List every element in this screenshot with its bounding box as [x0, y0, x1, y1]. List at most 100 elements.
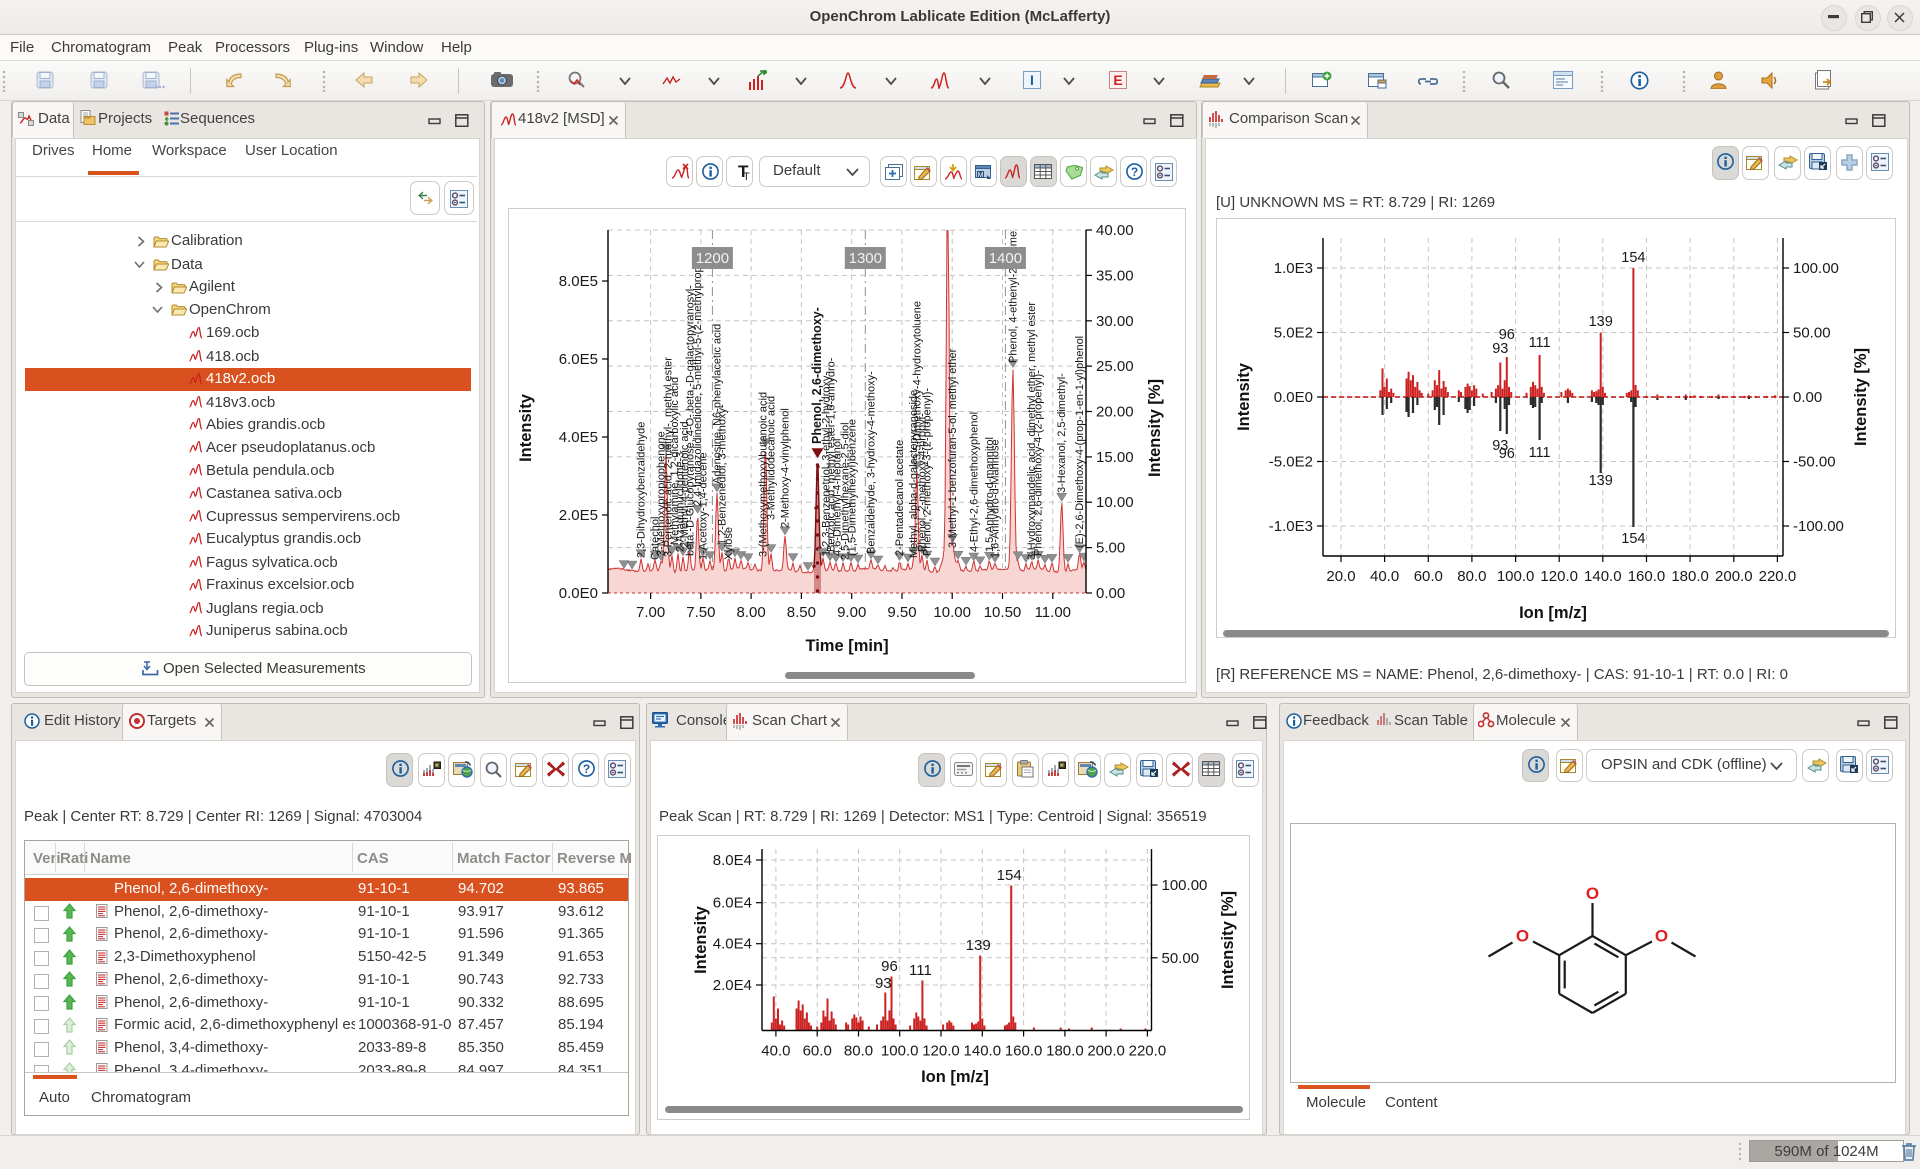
- svg-text:Intensity: Intensity: [1235, 362, 1253, 431]
- svg-text:6.0E4: 6.0E4: [713, 895, 752, 912]
- svg-text:200.0: 200.0: [1715, 568, 1753, 585]
- svg-text:1200: 1200: [696, 250, 729, 267]
- svg-text:8.50: 8.50: [787, 604, 816, 621]
- svg-text:3-Hexanol, 2,5-dimethyl-: 3-Hexanol, 2,5-dimethyl-: [1056, 373, 1068, 493]
- svg-text:180.0: 180.0: [1046, 1043, 1084, 1060]
- svg-text:0.0E0: 0.0E0: [559, 585, 598, 602]
- svg-text:Benzaldehyde, 3-hydroxy-4-meth: Benzaldehyde, 3-hydroxy-4-methoxy-: [866, 371, 878, 554]
- svg-text:I: I: [1030, 72, 1034, 88]
- svg-text:7.00: 7.00: [636, 604, 665, 621]
- svg-text:(1,5-Dimethylhexyl)benzene: (1,5-Dimethylhexyl)benzene: [847, 419, 859, 556]
- svg-text:40.00: 40.00: [1096, 222, 1134, 239]
- svg-text:8.0E4: 8.0E4: [713, 852, 752, 869]
- svg-text:1400: 1400: [989, 250, 1022, 267]
- svg-text:80.0: 80.0: [1457, 568, 1486, 585]
- svg-text:8.00: 8.00: [736, 604, 765, 621]
- svg-text:15.00: 15.00: [1096, 449, 1134, 466]
- svg-text:154: 154: [997, 867, 1022, 884]
- svg-text:220.0: 220.0: [1129, 1043, 1167, 1060]
- svg-text:Xylose: Xylose: [723, 527, 735, 560]
- svg-text:10.00: 10.00: [1096, 494, 1134, 511]
- svg-text:4.0E5: 4.0E5: [559, 429, 598, 446]
- svg-text:1,6-Anhydro-d-Mannose: 1,6-Anhydro-d-Mannose: [990, 439, 1002, 558]
- svg-text:139: 139: [966, 937, 991, 954]
- svg-text:93: 93: [1492, 341, 1508, 357]
- svg-text:111: 111: [1529, 335, 1551, 351]
- svg-text:20.00: 20.00: [1096, 404, 1134, 421]
- svg-text:0.00: 0.00: [1793, 389, 1822, 406]
- svg-text:35.00: 35.00: [1096, 267, 1134, 284]
- svg-text:9.50: 9.50: [887, 604, 916, 621]
- svg-text:40.0: 40.0: [761, 1043, 790, 1060]
- svg-text:5.0E2: 5.0E2: [1274, 325, 1313, 342]
- svg-text:10.50: 10.50: [984, 604, 1022, 621]
- svg-text:1300: 1300: [849, 250, 882, 267]
- svg-text:80.0: 80.0: [844, 1043, 873, 1060]
- svg-text:154: 154: [1621, 531, 1645, 547]
- svg-text:Intensity: Intensity: [692, 905, 710, 974]
- svg-text:60.0: 60.0: [803, 1043, 832, 1060]
- svg-text:139: 139: [1589, 314, 1613, 330]
- svg-text:2,3-Dihydroxybenzaldehyde: 2,3-Dihydroxybenzaldehyde: [636, 422, 648, 558]
- svg-text:Intensity [%]: Intensity [%]: [1219, 891, 1237, 989]
- svg-text:160.0: 160.0: [1005, 1043, 1043, 1060]
- svg-text:140.0: 140.0: [1584, 568, 1622, 585]
- svg-text:2-Methoxy-4-vinylphenol: 2-Methoxy-4-vinylphenol: [780, 408, 792, 528]
- svg-text:8.0E5: 8.0E5: [559, 273, 598, 290]
- svg-text:3-Methylidodecanoic acid: 3-Methylidodecanoic acid: [766, 396, 778, 520]
- svg-text:100.0: 100.0: [881, 1043, 919, 1060]
- svg-text:5.00: 5.00: [1096, 540, 1125, 557]
- svg-text:1,2-Benzenediol, 3-methoxy-: 1,2-Benzenediol, 3-methoxy-: [717, 404, 729, 545]
- svg-text:Phenol, 2,6-dimethoxy-4-(2-pro: Phenol, 2,6-dimethoxy-4-(2-propenyl)-: [1033, 370, 1045, 556]
- svg-text:93: 93: [875, 975, 892, 992]
- svg-text:10.00: 10.00: [933, 604, 971, 621]
- svg-text:-5.0E2: -5.0E2: [1269, 454, 1313, 471]
- svg-text:50.00: 50.00: [1162, 950, 1200, 967]
- svg-text:-100.00: -100.00: [1793, 518, 1844, 535]
- svg-text:93: 93: [1492, 438, 1508, 454]
- svg-text:220.0: 220.0: [1759, 568, 1797, 585]
- svg-text:3-Methyl-1-benzofuran-5-ol, me: 3-Methyl-1-benzofuran-5-ol, methyl ether: [947, 348, 959, 548]
- svg-text:20.0: 20.0: [1326, 568, 1355, 585]
- svg-text:2.0E5: 2.0E5: [559, 507, 598, 524]
- svg-text:4.0E4: 4.0E4: [713, 936, 752, 953]
- svg-text:111: 111: [1529, 445, 1551, 461]
- svg-text:200.0: 200.0: [1087, 1043, 1125, 1060]
- svg-text:7.50: 7.50: [686, 604, 715, 621]
- svg-text:?: ?: [582, 762, 589, 776]
- svg-text:Time [min]: Time [min]: [805, 637, 888, 655]
- svg-text:100.00: 100.00: [1793, 260, 1839, 277]
- svg-text:E: E: [1113, 72, 1122, 88]
- svg-text:4-Ethyl-2,6-dimethoxyphenol: 4-Ethyl-2,6-dimethoxyphenol: [968, 412, 980, 552]
- svg-text:Phenol, 2-methoxy-3-(2-propeny: Phenol, 2-methoxy-3-(2-propenyl)-: [922, 388, 934, 556]
- svg-text:Ion [m/z]: Ion [m/z]: [1519, 604, 1587, 622]
- svg-text:0.0E0: 0.0E0: [1274, 389, 1313, 406]
- svg-text:Intensity: Intensity: [517, 393, 535, 462]
- svg-text:154: 154: [1621, 250, 1645, 266]
- svg-text:Intensity [%]: Intensity [%]: [1146, 379, 1164, 477]
- svg-text:-1.0E3: -1.0E3: [1269, 518, 1313, 535]
- svg-text:0.00: 0.00: [1096, 585, 1125, 602]
- svg-text:(E)-2,6-Dimethoxy-4-(prop-1-en: (E)-2,6-Dimethoxy-4-(prop-1-en-1-yl)phen…: [1074, 336, 1086, 548]
- svg-text:Intensity [%]: Intensity [%]: [1852, 348, 1870, 446]
- svg-text:100.00: 100.00: [1162, 877, 1208, 894]
- svg-text:96: 96: [881, 958, 898, 975]
- svg-text:-50.00: -50.00: [1793, 454, 1836, 471]
- svg-text:30.00: 30.00: [1096, 313, 1134, 330]
- svg-text:60.0: 60.0: [1414, 568, 1443, 585]
- svg-text:9.00: 9.00: [837, 604, 866, 621]
- svg-text:2.0E4: 2.0E4: [713, 977, 752, 994]
- svg-text:111: 111: [909, 962, 932, 979]
- svg-text:2-Pentadecanol acetate: 2-Pentadecanol acetate: [894, 440, 906, 556]
- svg-text:O: O: [1655, 927, 1668, 946]
- svg-text:120.0: 120.0: [1540, 568, 1578, 585]
- svg-text:11.00: 11.00: [1035, 604, 1071, 621]
- svg-text:6.0E5: 6.0E5: [559, 351, 598, 368]
- svg-text:139: 139: [1589, 473, 1613, 489]
- svg-text:160.0: 160.0: [1628, 568, 1666, 585]
- svg-text:100.0: 100.0: [1497, 568, 1535, 585]
- svg-text:180.0: 180.0: [1671, 568, 1709, 585]
- svg-text:25.00: 25.00: [1096, 358, 1134, 375]
- svg-text:Ion [m/z]: Ion [m/z]: [921, 1068, 989, 1086]
- svg-text:O: O: [1516, 927, 1529, 946]
